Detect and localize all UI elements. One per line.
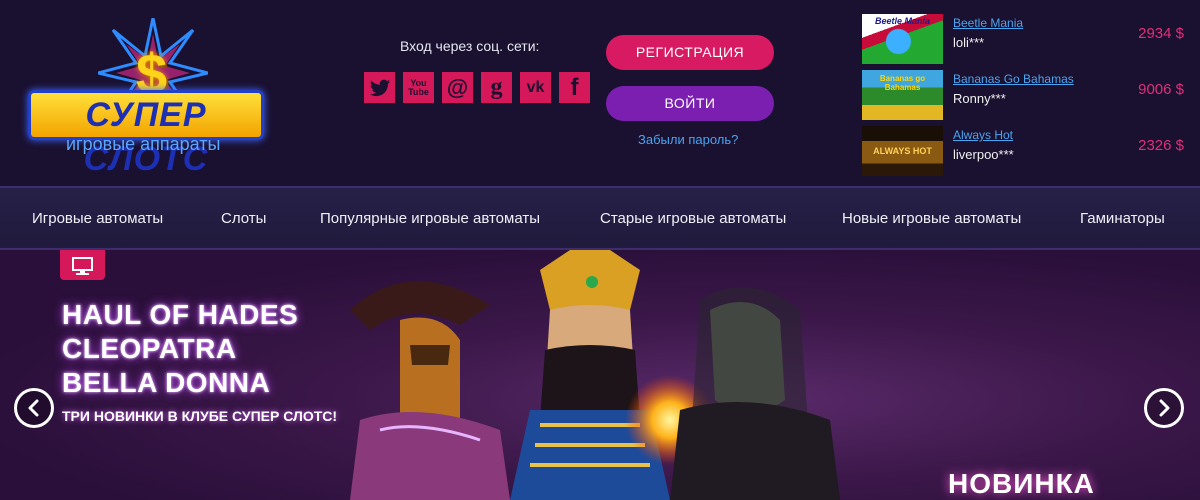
social-login-buttons: You Tube @ g vk f <box>364 72 590 103</box>
register-button[interactable]: РЕГИСТРАЦИЯ <box>606 35 774 70</box>
nav-item-popular[interactable]: Популярные игровые автоматы <box>320 188 540 250</box>
login-button[interactable]: ВОЙТИ <box>606 86 774 121</box>
chevron-right-icon <box>1159 399 1170 417</box>
winner-row: Beetle Mania Beetle Mania loli*** 2934 $ <box>862 14 1192 70</box>
main-navigation: Игровые автоматы Слоты Популярные игровы… <box>0 186 1200 250</box>
vk-icon[interactable]: vk <box>520 72 551 103</box>
forgot-password-link[interactable]: Забыли пароль? <box>638 132 738 147</box>
winner-username: liverpoo*** <box>953 147 1014 162</box>
site-logo[interactable]: $ СУПЕР СЛОТС игровые аппараты <box>28 18 268 178</box>
winner-row: Bananas go Bahamas Bananas Go Bahamas Ro… <box>862 70 1192 126</box>
winner-game-link[interactable]: Always Hot <box>953 128 1013 142</box>
game-thumbnail[interactable]: Bananas go Bahamas <box>862 70 943 120</box>
banner-title-line: HAUL OF HADES <box>62 299 299 330</box>
game-thumbnail[interactable]: ALWAYS HOT <box>862 126 943 176</box>
winner-game-link[interactable]: Bananas Go Bahamas <box>953 72 1074 86</box>
mail-icon[interactable]: @ <box>442 72 473 103</box>
new-badge: НОВИНКА <box>948 468 1095 499</box>
social-login-label: Вход через соц. сети: <box>400 38 540 54</box>
winner-amount: 9006 $ <box>1138 81 1184 98</box>
recent-winners: Beetle Mania Beetle Mania loli*** 2934 $… <box>862 14 1192 182</box>
site-header: $ СУПЕР СЛОТС игровые аппараты Вход чере… <box>0 0 1200 186</box>
winner-username: Ronny*** <box>953 91 1006 106</box>
winner-game-link[interactable]: Beetle Mania <box>953 16 1023 30</box>
nav-item-slots[interactable]: Слоты <box>221 188 266 250</box>
winner-amount: 2326 $ <box>1138 137 1184 154</box>
banner-title-line: BELLA DONNA <box>62 367 271 398</box>
banner-game-titles: HAUL OF HADES CLEOPATRA BELLA DONNA <box>62 298 298 400</box>
logo-title: СУПЕР СЛОТС <box>28 90 264 178</box>
nav-item-old[interactable]: Старые игровые автоматы <box>600 188 786 250</box>
carousel-prev-button[interactable] <box>14 388 54 428</box>
promo-banner[interactable]: HAUL OF HADES CLEOPATRA BELLA DONNA ТРИ … <box>0 250 1200 500</box>
twitter-icon[interactable] <box>364 72 395 103</box>
facebook-icon[interactable]: f <box>559 72 590 103</box>
logo-subtitle: игровые аппараты <box>66 134 221 154</box>
banner-title-line: CLEOPATRA <box>62 333 237 364</box>
winner-row: ALWAYS HOT Always Hot liverpoo*** 2326 $ <box>862 126 1192 182</box>
nav-item-slot-machines[interactable]: Игровые автоматы <box>32 188 163 250</box>
chevron-left-icon <box>28 399 39 417</box>
google-icon[interactable]: g <box>481 72 512 103</box>
carousel-next-button[interactable] <box>1144 388 1184 428</box>
game-thumbnail[interactable]: Beetle Mania <box>862 14 943 64</box>
winner-username: loli*** <box>953 35 985 50</box>
youtube-icon[interactable]: You Tube <box>403 72 434 103</box>
banner-subtitle: ТРИ НОВИНКИ В КЛУБЕ СУПЕР СЛОТС! <box>62 408 338 424</box>
nav-item-gaminators[interactable]: Гаминаторы <box>1080 188 1165 250</box>
winner-amount: 2934 $ <box>1138 25 1184 42</box>
slot-characters-artwork <box>350 250 840 500</box>
monitor-icon <box>60 250 105 280</box>
nav-item-new[interactable]: Новые игровые автоматы <box>842 188 1021 250</box>
